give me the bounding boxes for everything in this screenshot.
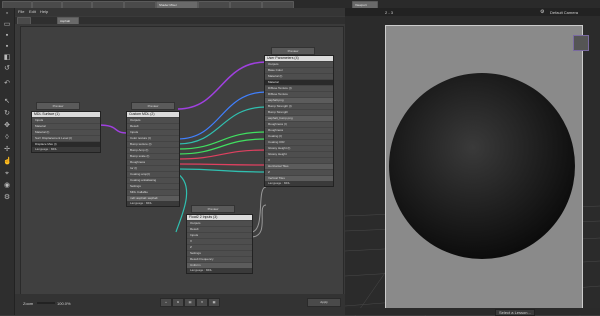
delete-button[interactable]: ✕ <box>196 298 208 307</box>
wire-diffuse <box>177 91 267 140</box>
node-row: Uniform <box>187 262 252 268</box>
camera-select[interactable]: Default Camera <box>550 10 578 15</box>
wire-roughness-2 <box>177 138 267 155</box>
node-row: Displace Max (I) <box>32 141 100 147</box>
rotate-tool-icon[interactable]: ↻ <box>3 110 11 118</box>
save-as-icon[interactable]: ◧ <box>3 54 11 62</box>
document-tab-bar: Shader Mixer Viewport <box>0 0 600 8</box>
translate-tool-icon[interactable]: ✥ <box>3 122 11 130</box>
paste-button[interactable]: ▤ <box>184 298 196 307</box>
tab-5[interactable] <box>124 1 156 8</box>
camera-label: 2 - 3 <box>385 10 394 15</box>
node-footer: Language : MDL <box>127 201 179 206</box>
tab-1[interactable] <box>2 1 32 8</box>
wire-bump <box>177 106 267 145</box>
apply-button[interactable]: Apply <box>307 298 341 307</box>
new-file-icon[interactable]: ▫ <box>3 10 11 18</box>
tab-shader-mixer[interactable]: Shader Mixer <box>156 1 198 8</box>
menu-file[interactable]: File <box>18 9 24 14</box>
tab-viewport[interactable]: Viewport <box>352 1 378 8</box>
editor-sub-tabs: Asphalt <box>15 17 345 24</box>
mdl-surface-preview-button[interactable]: Preview <box>36 102 80 110</box>
menu-bar: File Edit Help <box>15 8 345 16</box>
menu-help[interactable]: Help <box>40 9 48 14</box>
open-file-icon[interactable]: ▭ <box>3 21 11 29</box>
undo-icon[interactable]: ↶ <box>3 80 11 88</box>
custom-mdl-preview-button[interactable]: Preview <box>131 102 175 110</box>
menu-edit[interactable]: Edit <box>29 9 36 14</box>
joint-editor-icon[interactable]: ⚙ <box>3 194 11 202</box>
wire-material <box>97 124 129 134</box>
node-row: Vertical Tiles <box>265 175 333 181</box>
tab-9[interactable] <box>262 1 294 8</box>
universal-tool-icon[interactable]: ✢ <box>3 146 11 154</box>
node-footer: Language : MDL <box>187 268 252 273</box>
save-icon[interactable]: ▪ <box>3 43 11 51</box>
select-tool-icon[interactable]: ↖ <box>3 98 11 106</box>
send-icon[interactable]: ↺ <box>3 65 11 73</box>
node-graph-canvas[interactable]: Preview MDL Surface (1) Inputs Material … <box>20 26 344 296</box>
merge-icon[interactable]: ▪ <box>3 32 11 40</box>
mdl-surface-node[interactable]: MDL Surface (1) Inputs Material Material… <box>31 111 101 153</box>
zoom-label: Zoom <box>23 301 34 306</box>
spot-render-icon[interactable]: ◉ <box>3 182 11 190</box>
zoom-slider[interactable] <box>37 302 55 304</box>
wire-glossy <box>177 168 267 173</box>
copy-button[interactable]: ⧉ <box>172 298 184 307</box>
scale-tool-icon[interactable]: ◊ <box>3 134 11 142</box>
wire-ior <box>177 163 267 166</box>
mdl-callable-field[interactable]: mdl::asphalt::asphalt <box>127 195 179 201</box>
zoom-value: 100.0% <box>57 301 71 306</box>
viewport-header: 2 - 3 ⚙ Default Camera <box>345 8 600 16</box>
wire-tiles-h <box>250 204 267 238</box>
wire-base-color <box>177 61 267 110</box>
shader-mixer-panel: File Edit Help Asphalt Preview MDL Surfa… <box>15 8 345 315</box>
user-parameters-node[interactable]: User Parameters (4) Outputs Base Color M… <box>264 55 334 187</box>
wire-tiles-v <box>250 186 267 233</box>
tab-3[interactable] <box>62 1 92 8</box>
sub-tab-asphalt[interactable]: Asphalt <box>57 17 79 24</box>
node-footer: Language : MDL <box>32 147 100 152</box>
pose-tool-icon[interactable]: ☝ <box>3 158 12 166</box>
float2-inputs-node[interactable]: Float2 2 Inputs (3) Outputs Result Input… <box>186 214 253 274</box>
render-frame <box>385 25 583 309</box>
node-tool-icon[interactable]: ⌖ <box>3 170 11 178</box>
grid-button[interactable]: ▦ <box>208 298 220 307</box>
sub-tab-home[interactable] <box>17 17 31 24</box>
user-params-preview-button[interactable]: Preview <box>271 47 315 55</box>
gear-icon[interactable]: ⚙ <box>540 9 544 15</box>
viewport-panel: 2 - 3 ⚙ Default Camera Select a Lesson..… <box>345 8 600 316</box>
editor-bottom-bar: Zoom 100.0% + ⧉ ▤ ✕ ▦ Apply <box>15 294 345 315</box>
tab-4[interactable] <box>92 1 124 8</box>
custom-mdl-node[interactable]: Custom MDL (2) Outputs Result Inputs Col… <box>126 111 180 207</box>
viewport-status-bar: Select a Lesson... <box>345 308 600 316</box>
add-node-button[interactable]: + <box>160 298 172 307</box>
asphalt-sphere <box>389 73 575 259</box>
node-footer: Language : MDL <box>265 181 333 186</box>
view-cube-icon[interactable] <box>573 35 589 51</box>
float2-preview-button[interactable]: Preview <box>191 205 235 213</box>
tab-2[interactable] <box>32 1 62 8</box>
tab-7[interactable] <box>198 1 230 8</box>
wire-coating <box>177 149 267 160</box>
tab-8[interactable] <box>230 1 262 8</box>
left-toolbar: ▫ ▭ ▪ ▪ ◧ ↺ ↶ ↖ ↻ ✥ ◊ ✢ ☝ ⌖ ◉ ⚙ <box>0 8 15 315</box>
